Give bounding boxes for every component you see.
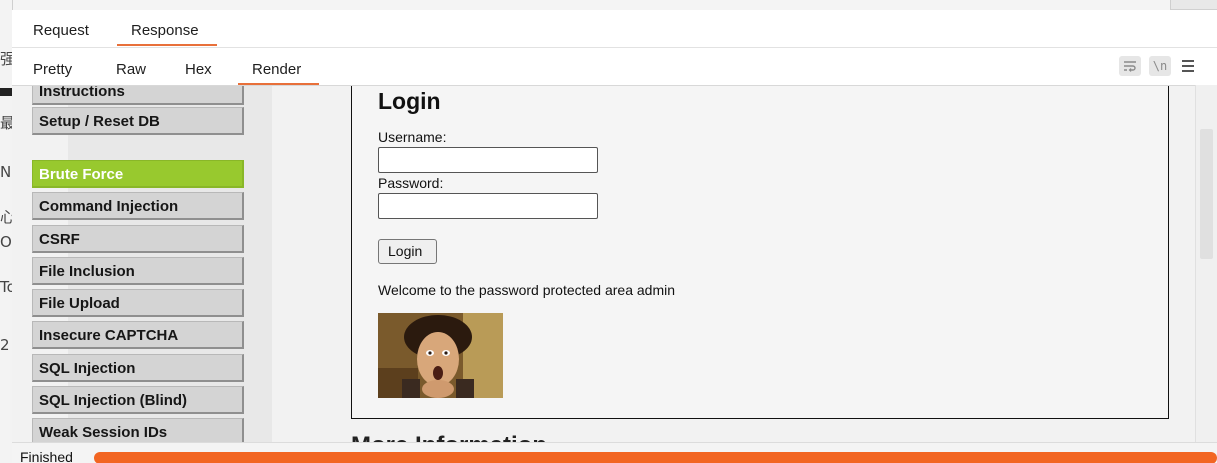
view-toolbar: \n bbox=[1119, 56, 1197, 76]
welcome-message: Welcome to the password protected area a… bbox=[378, 282, 676, 298]
nav-item-command-injection[interactable]: Command Injection bbox=[32, 192, 244, 220]
nav-item-csrf[interactable]: CSRF bbox=[32, 225, 244, 253]
window-top-band bbox=[0, 0, 1217, 10]
status-bar: Finished bbox=[12, 442, 1217, 463]
hamburger-menu-icon[interactable] bbox=[1179, 56, 1197, 76]
more-information-heading: More Information bbox=[351, 431, 551, 442]
nav-item-sql-injection[interactable]: SQL Injection bbox=[32, 354, 244, 382]
rendered-html-page: Instructions Setup / Reset DB Brute Forc… bbox=[12, 85, 1195, 442]
nav-item-setup-reset-db[interactable]: Setup / Reset DB bbox=[32, 107, 244, 135]
newline-toggle-icon[interactable]: \n bbox=[1149, 56, 1171, 76]
view-tab-bar: Pretty Raw Hex Render bbox=[12, 47, 1217, 85]
background-window-strip: 强 最 N 心 O To 2 bbox=[0, 0, 16, 463]
nav-item-instructions[interactable]: Instructions bbox=[32, 86, 244, 105]
password-field[interactable] bbox=[378, 193, 598, 219]
progress-bar bbox=[94, 452, 1217, 463]
username-field[interactable] bbox=[378, 147, 598, 173]
login-button[interactable]: Login bbox=[378, 239, 437, 264]
tab-render[interactable]: Render bbox=[237, 61, 320, 85]
tab-hex[interactable]: Hex bbox=[185, 61, 212, 78]
password-label: Password: bbox=[378, 175, 444, 191]
burp-response-viewer: 强 最 N 心 O To 2 Request Response Pretty R… bbox=[0, 0, 1217, 463]
tab-pretty[interactable]: Pretty bbox=[33, 61, 72, 78]
nav-item-weak-session-ids[interactable]: Weak Session IDs bbox=[32, 418, 244, 442]
nav-item-sql-injection-blind[interactable]: SQL Injection (Blind) bbox=[32, 386, 244, 414]
background-char: N bbox=[0, 163, 12, 181]
page-title: Login bbox=[378, 88, 441, 114]
wrap-lines-icon[interactable] bbox=[1119, 56, 1141, 76]
tab-raw[interactable]: Raw bbox=[116, 61, 146, 78]
message-tab-bar: Request Response bbox=[12, 11, 1217, 47]
nav-item-file-inclusion[interactable]: File Inclusion bbox=[32, 257, 244, 285]
nav-item-brute-force[interactable]: Brute Force bbox=[32, 160, 244, 188]
tab-request[interactable]: Request bbox=[33, 22, 89, 39]
nav-item-insecure-captcha[interactable]: Insecure CAPTCHA bbox=[32, 321, 244, 349]
status-text: Finished bbox=[20, 449, 73, 463]
background-char: 2 bbox=[0, 336, 10, 354]
scrollbar-thumb[interactable] bbox=[1200, 129, 1213, 259]
login-panel: Login Username: Password: Login Welcome … bbox=[351, 86, 1169, 419]
nav-item-file-upload[interactable]: File Upload bbox=[32, 289, 244, 317]
username-label: Username: bbox=[378, 129, 447, 145]
background-char: O bbox=[0, 233, 12, 251]
tab-response[interactable]: Response bbox=[117, 22, 216, 46]
user-photo bbox=[378, 313, 503, 398]
vertical-scrollbar[interactable] bbox=[1195, 85, 1217, 442]
